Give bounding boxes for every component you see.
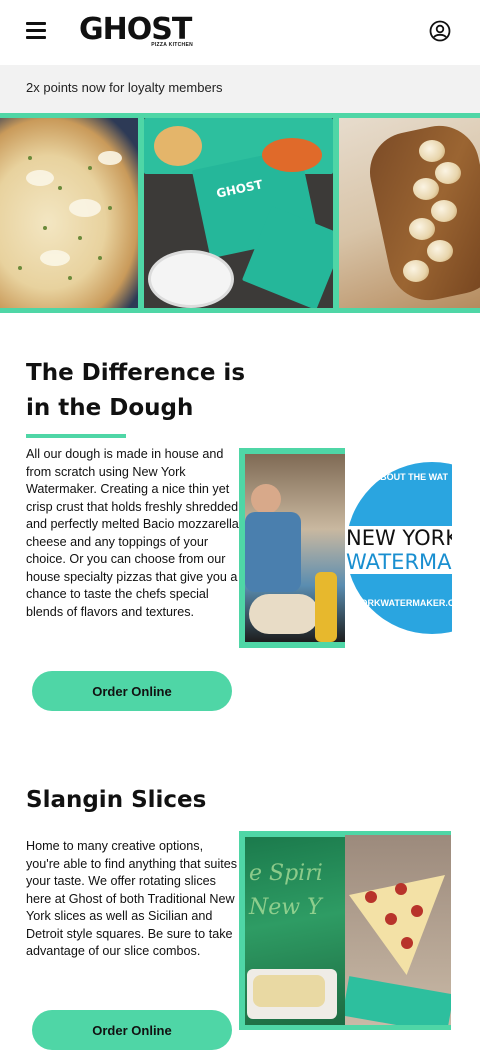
knot (427, 240, 453, 262)
badge-line-1: NEW YORK (346, 526, 452, 550)
section-title-slices: Slangin Slices (26, 787, 207, 813)
pepperoni-slice-photo (345, 835, 451, 1025)
account-circle-icon[interactable] (429, 20, 451, 42)
slice-on-plate-photo: e Spiri New Y (245, 837, 345, 1025)
pepperoni (365, 891, 377, 903)
promo-banner: 2x points now for loyalty members (0, 65, 480, 113)
garlic-knots-photo (339, 118, 480, 308)
pizza-photo (0, 118, 138, 308)
knot (435, 162, 461, 184)
section-title-difference: The Difference is in the Dough (26, 360, 246, 421)
pepperoni (395, 883, 407, 895)
badge-ring-bottom-text: WYORKWATERMAKER.C (346, 598, 452, 608)
pizza-toppings (18, 151, 122, 280)
site-header: GHOST PIZZA KITCHEN (0, 0, 480, 65)
knot (403, 260, 429, 282)
sicilian-slice (253, 975, 325, 1007)
pizza-slice (154, 126, 202, 166)
ghost-logo[interactable]: GHOST PIZZA KITCHEN (79, 15, 199, 49)
slices-body: Home to many creative options, you're ab… (26, 839, 238, 958)
chef-shirt (245, 512, 301, 592)
logo-wordmark: GHOST (79, 12, 192, 47)
new-york-watermaker-badge: S ALL ABOUT THE WAT NEW YORK WATERMAKER … (346, 462, 452, 634)
title-underline (26, 434, 126, 438)
pepperoni (401, 937, 413, 949)
hero-photo-gallery: GHOST (0, 113, 480, 313)
pepperoni (411, 905, 423, 917)
box-edge (345, 976, 451, 1025)
order-online-button-2[interactable]: Order Online (32, 1010, 232, 1050)
slices-photo-frame: e Spiri New Y (239, 831, 451, 1030)
order-online-button[interactable]: Order Online (32, 671, 232, 711)
wings (262, 138, 322, 172)
wall-text: e Spiri New Y (249, 861, 323, 920)
badge-ring-top-text: S ALL ABOUT THE WAT (346, 472, 448, 482)
knot (413, 178, 439, 200)
knot (409, 218, 435, 240)
dough (249, 594, 319, 634)
knot (419, 140, 445, 162)
pepperoni (385, 913, 397, 925)
badge-line-2: WATERMAKER (346, 550, 452, 574)
knot (431, 200, 457, 222)
hamburger-menu-icon[interactable] (26, 22, 46, 39)
oil-bottle (315, 572, 337, 642)
chef-photo-frame (239, 448, 345, 648)
chef-head (251, 484, 281, 514)
pizza-boxes-photo: GHOST (144, 118, 333, 308)
promo-text: 2x points now for loyalty members (26, 80, 223, 95)
chef-photo (245, 454, 345, 642)
difference-body: All our dough is made in house and from … (26, 447, 239, 619)
logo-subtext: PIZZA KITCHEN (151, 42, 193, 48)
plate (148, 250, 234, 308)
